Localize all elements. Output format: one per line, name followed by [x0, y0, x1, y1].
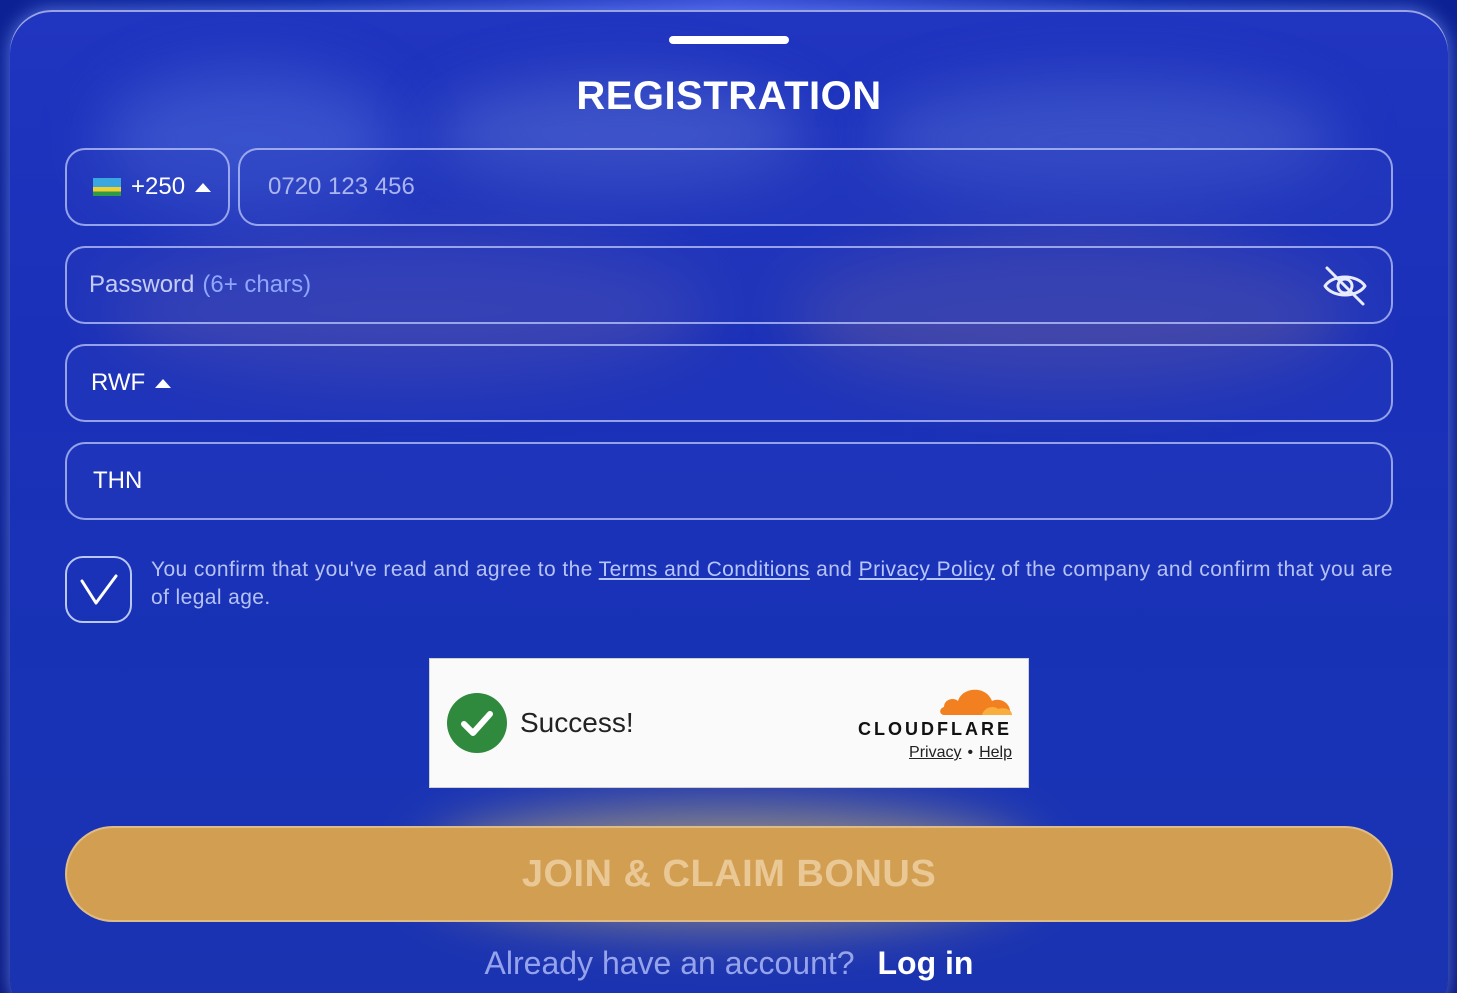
- agreement-text: You confirm that you've read and agree t…: [151, 556, 1393, 612]
- login-prompt-text: Already have an account?: [484, 945, 855, 981]
- captcha-status: Success!: [520, 707, 634, 738]
- cloudflare-cloud-icon: [940, 689, 1012, 715]
- promo-code-field[interactable]: THN: [65, 442, 1393, 520]
- caret-up-icon: [195, 182, 212, 192]
- captcha-privacy-link[interactable]: Privacy: [909, 744, 961, 761]
- caret-up-icon: [155, 378, 172, 388]
- login-prompt: Already have an account? Log in: [10, 945, 1448, 982]
- rwanda-flag-icon: [93, 178, 121, 196]
- registration-modal: REGISTRATION +250 Password (6+ chars) RW…: [10, 10, 1448, 993]
- captcha-links: Privacy • Help: [909, 744, 1012, 762]
- eye-slash-icon[interactable]: [1321, 264, 1369, 308]
- page-background: REGISTRATION +250 Password (6+ chars) RW…: [0, 0, 1457, 993]
- password-field[interactable]: Password (6+ chars): [65, 246, 1393, 324]
- join-claim-bonus-button[interactable]: JOIN & CLAIM BONUS: [65, 826, 1393, 922]
- link-separator: •: [967, 744, 974, 761]
- phone-input[interactable]: [266, 172, 1283, 202]
- country-code-select[interactable]: +250: [65, 148, 230, 226]
- terms-link[interactable]: Terms and Conditions: [599, 558, 810, 581]
- agreement-checkbox[interactable]: [65, 556, 132, 623]
- captcha-help-link[interactable]: Help: [979, 744, 1012, 761]
- checkmark-icon: [80, 574, 117, 604]
- password-label: Password: [89, 271, 195, 298]
- currency-value: RWF: [91, 369, 146, 396]
- success-check-icon: [447, 693, 507, 753]
- login-link[interactable]: Log in: [877, 945, 973, 981]
- privacy-policy-link[interactable]: Privacy Policy: [859, 558, 995, 581]
- country-code-value: +250: [131, 173, 186, 200]
- agreement-text-start: You confirm that you've read and agree t…: [151, 558, 593, 581]
- page-title: REGISTRATION: [576, 74, 882, 118]
- captcha-widget[interactable]: Success! CLOUDFLARE Privacy • Help: [429, 658, 1029, 788]
- password-hint: (6+ chars): [202, 271, 312, 298]
- drag-handle[interactable]: [669, 36, 789, 44]
- cloudflare-logo: CLOUDFLARE: [858, 719, 1012, 739]
- agreement-text-and: and: [816, 558, 853, 581]
- phone-field[interactable]: [238, 148, 1393, 226]
- currency-select[interactable]: RWF: [65, 344, 1393, 422]
- promo-code-value: THN: [93, 467, 143, 494]
